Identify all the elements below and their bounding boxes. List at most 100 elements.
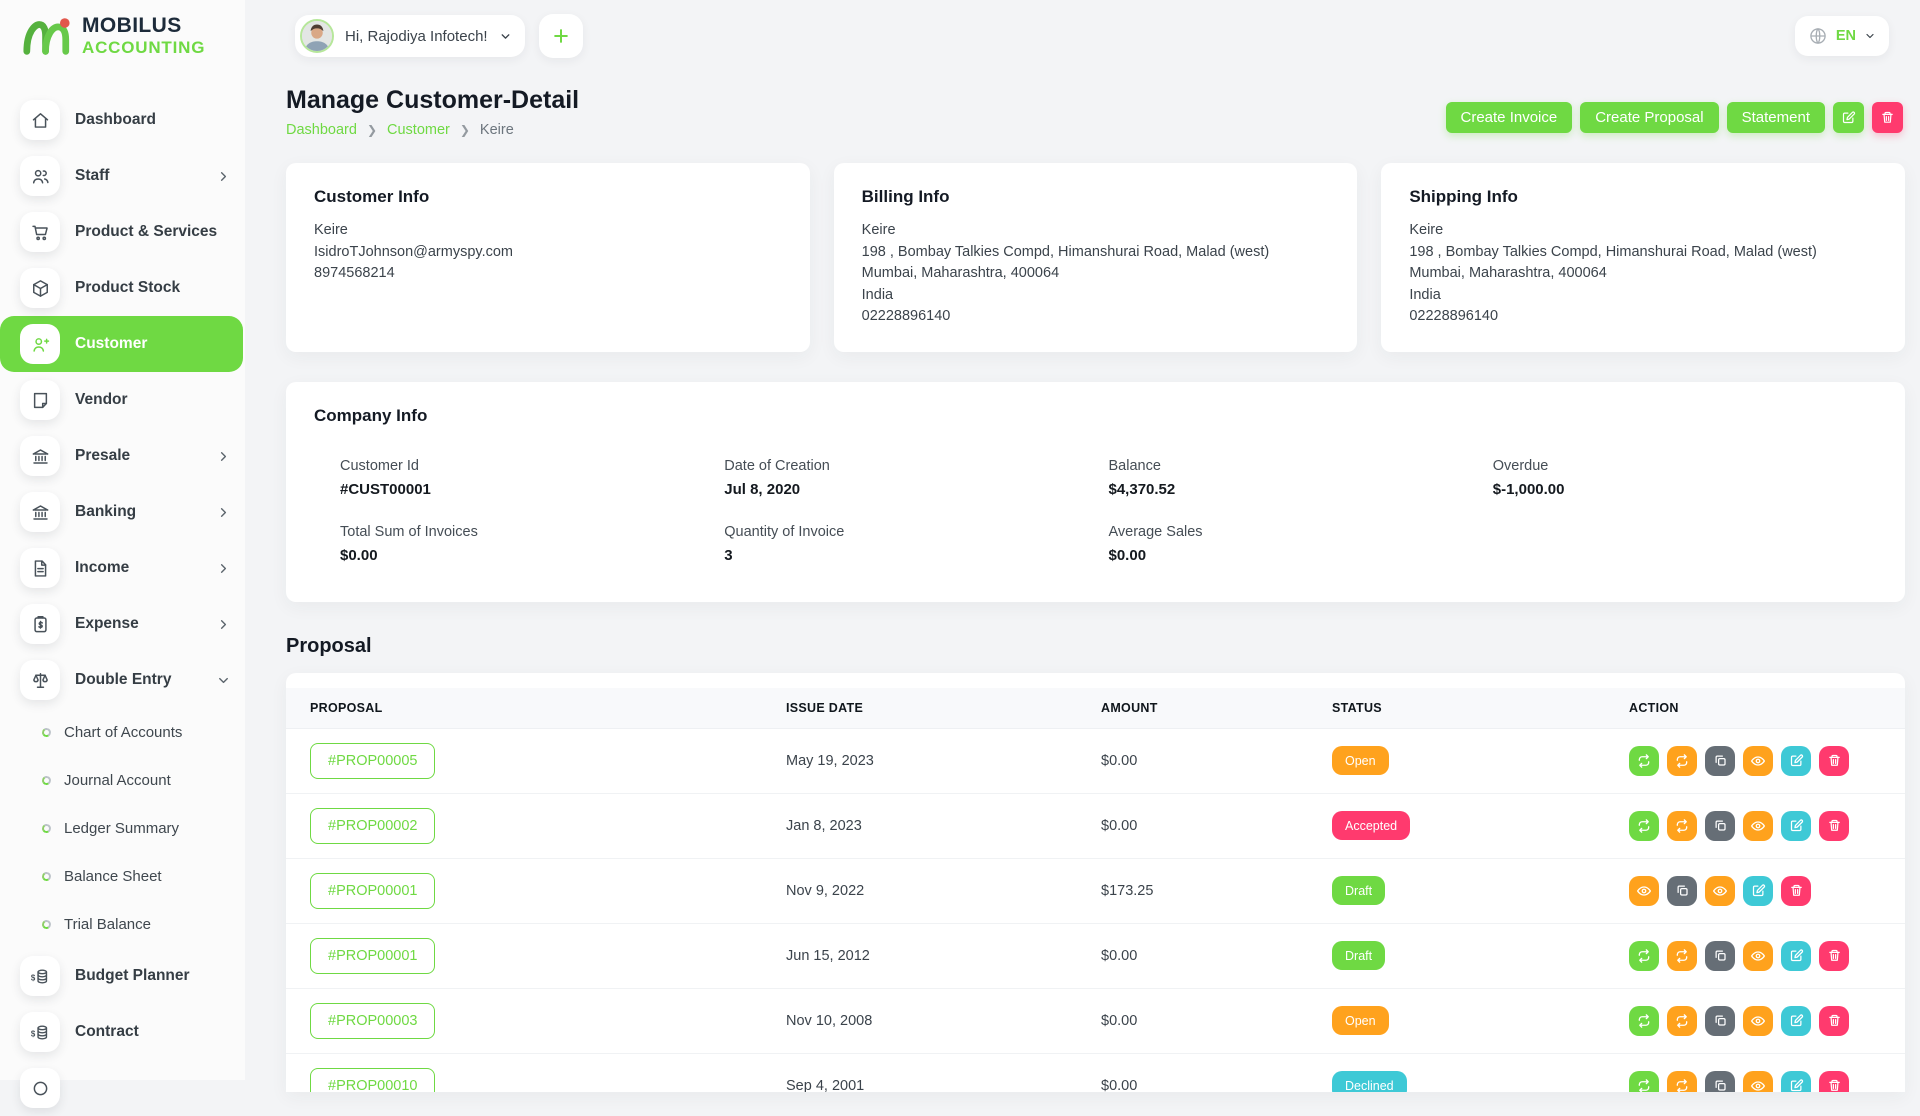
edit-customer-button[interactable]: [1833, 102, 1864, 133]
sidebar-item-staff[interactable]: Staff: [0, 148, 245, 204]
proposal-number-link[interactable]: #PROP00001: [310, 938, 435, 974]
status-badge: Open: [1332, 1006, 1389, 1035]
issue-date: Jun 15, 2012: [786, 948, 1101, 964]
sidebar-item-label: Contract: [75, 1023, 139, 1041]
add-button[interactable]: [539, 14, 583, 58]
eye-icon: [1750, 1013, 1766, 1029]
user-menu[interactable]: Hi, Rajodiya Infotech!: [295, 15, 525, 57]
breadcrumb: Dashboard❯Customer❯Keire: [286, 122, 579, 138]
delete-customer-button[interactable]: [1872, 102, 1903, 133]
edit-button[interactable]: [1781, 746, 1811, 776]
duplicate-button[interactable]: [1705, 811, 1735, 841]
view-button[interactable]: [1743, 1071, 1773, 1092]
duplicate-button[interactable]: [1705, 746, 1735, 776]
info-line: Keire: [1409, 220, 1877, 242]
status-badge: Open: [1332, 746, 1389, 775]
shipping-info-lines: Keire198 , Bombay Talkies Compd, Himansh…: [1409, 220, 1877, 328]
edit-button[interactable]: [1781, 1071, 1811, 1092]
sidebar-item-vendor[interactable]: Vendor: [0, 372, 245, 428]
card-title: Customer Info: [314, 187, 782, 207]
edit-button[interactable]: [1781, 941, 1811, 971]
trash-icon: [1789, 883, 1804, 898]
sidebar-item-dashboard[interactable]: Dashboard: [0, 92, 245, 148]
view-button[interactable]: [1743, 1006, 1773, 1036]
duplicate-button[interactable]: [1705, 1071, 1735, 1092]
box-icon: [20, 268, 60, 308]
convert-button[interactable]: [1629, 811, 1659, 841]
breadcrumb-item-customer[interactable]: Customer: [387, 122, 450, 138]
delete-button[interactable]: [1819, 941, 1849, 971]
view-button[interactable]: [1629, 876, 1659, 906]
language-selector[interactable]: EN: [1795, 16, 1889, 56]
edit-button[interactable]: [1743, 876, 1773, 906]
sidebar-item-product-services[interactable]: Product & Services: [0, 204, 245, 260]
sidebar-item-expense[interactable]: Expense: [0, 596, 245, 652]
field-label: Customer Id: [340, 458, 724, 474]
sidebar-item-presale[interactable]: Presale: [0, 428, 245, 484]
sidebar-subitem-ledger-summary[interactable]: Ledger Summary: [0, 804, 245, 852]
convert-button[interactable]: [1629, 941, 1659, 971]
convert-button[interactable]: [1667, 1006, 1697, 1036]
edit-button[interactable]: [1781, 1006, 1811, 1036]
company-info-fields: Customer Id #CUST00001Date of Creation J…: [314, 439, 1877, 578]
sidebar-item-customer[interactable]: Customer: [0, 316, 243, 372]
proposal-number-link[interactable]: #PROP00002: [310, 808, 435, 844]
view-button[interactable]: [1705, 876, 1735, 906]
row-actions: [1629, 876, 1881, 906]
convert-button[interactable]: [1667, 746, 1697, 776]
edit-icon: [1789, 1078, 1804, 1092]
view-button[interactable]: [1743, 811, 1773, 841]
convert-button[interactable]: [1667, 811, 1697, 841]
sidebar-subitem-label: Ledger Summary: [64, 820, 179, 837]
card-title: Shipping Info: [1409, 187, 1877, 207]
delete-button[interactable]: [1819, 746, 1849, 776]
convert-button[interactable]: [1629, 1006, 1659, 1036]
statement-button[interactable]: Statement: [1727, 102, 1825, 133]
view-button[interactable]: [1743, 746, 1773, 776]
view-button[interactable]: [1743, 941, 1773, 971]
sidebar-subitem-trial-balance[interactable]: Trial Balance: [0, 900, 245, 948]
globe-icon: [1808, 26, 1828, 46]
sidebar-item-product-stock[interactable]: Product Stock: [0, 260, 245, 316]
convert-icon: [1636, 1013, 1652, 1029]
sidebar-subitem-chart-of-accounts[interactable]: Chart of Accounts: [0, 708, 245, 756]
sidebar-item-partial[interactable]: [0, 1060, 245, 1116]
sidebar-item-label: Product & Services: [75, 223, 217, 241]
breadcrumb-item-dashboard[interactable]: Dashboard: [286, 122, 357, 138]
sidebar-subitem-balance-sheet[interactable]: Balance Sheet: [0, 852, 245, 900]
edit-button[interactable]: [1781, 811, 1811, 841]
delete-button[interactable]: [1819, 1071, 1849, 1092]
delete-button[interactable]: [1819, 1006, 1849, 1036]
proposal-number-link[interactable]: #PROP00001: [310, 873, 435, 909]
delete-button[interactable]: [1781, 876, 1811, 906]
duplicate-button[interactable]: [1705, 941, 1735, 971]
create-invoice-button[interactable]: Create Invoice: [1446, 102, 1573, 133]
amount: $173.25: [1101, 883, 1332, 899]
convert-button[interactable]: [1667, 1071, 1697, 1092]
proposal-number-link[interactable]: #PROP00003: [310, 1003, 435, 1039]
sidebar-item-double-entry[interactable]: Double Entry: [0, 652, 245, 708]
delete-button[interactable]: [1819, 811, 1849, 841]
proposal-number-link[interactable]: #PROP00005: [310, 743, 435, 779]
amount: $0.00: [1101, 948, 1332, 964]
create-proposal-button[interactable]: Create Proposal: [1580, 102, 1718, 133]
sidebar-item-contract[interactable]: $Contract: [0, 1004, 245, 1060]
sidebar-item-income[interactable]: Income: [0, 540, 245, 596]
convert-button[interactable]: [1667, 941, 1697, 971]
trash-icon: [1880, 110, 1895, 125]
sidebar-subitem-journal-account[interactable]: Journal Account: [0, 756, 245, 804]
sidebar-item-banking[interactable]: Banking: [0, 484, 245, 540]
field-value: 3: [724, 547, 1108, 564]
app-logo[interactable]: MOBILUS ACCOUNTING: [0, 0, 245, 72]
chevron-right-icon: [216, 169, 231, 184]
duplicate-button[interactable]: [1705, 1006, 1735, 1036]
card-title: Company Info: [314, 406, 1877, 426]
sidebar-item-budget-planner[interactable]: $Budget Planner: [0, 948, 245, 1004]
convert-button[interactable]: [1629, 746, 1659, 776]
field-label: Average Sales: [1109, 524, 1493, 540]
sidebar-item-label: Budget Planner: [75, 967, 190, 985]
shipping-info-card: Shipping Info Keire198 , Bombay Talkies …: [1381, 163, 1905, 352]
duplicate-button[interactable]: [1667, 876, 1697, 906]
column-header-proposal: PROPOSAL: [310, 701, 786, 715]
convert-button[interactable]: [1629, 1071, 1659, 1092]
